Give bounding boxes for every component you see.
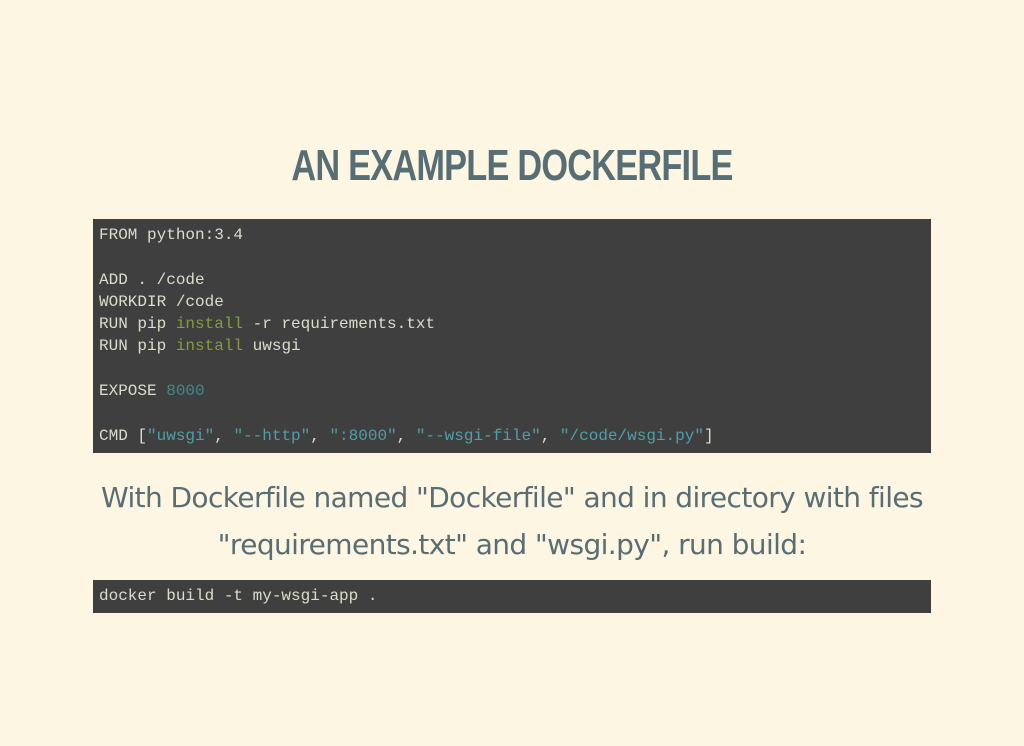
code-line: WORKDIR /code <box>99 291 925 313</box>
slide-title: AN EXAMPLE DOCKERFILE <box>291 141 733 190</box>
code-text: ] <box>703 426 714 445</box>
code-text: uwsgi <box>243 337 301 356</box>
code-text: RUN pip <box>99 337 176 356</box>
code-line: ADD . /code <box>99 269 925 291</box>
code-text: , <box>214 426 234 445</box>
code-line: EXPOSE 8000 <box>99 380 925 402</box>
code-text: , <box>396 426 416 445</box>
code-text: EXPOSE <box>99 382 167 401</box>
code-text: , <box>310 426 330 445</box>
code-text: WORKDIR /code <box>99 292 224 311</box>
code-number: 8000 <box>166 382 205 401</box>
code-text: -r requirements.txt <box>243 315 436 334</box>
code-line: RUN pip install -r requirements.txt <box>99 313 925 335</box>
code-text: FROM python:3.4 <box>99 226 244 244</box>
code-builtin: install <box>175 315 244 334</box>
code-string: "--wsgi-file" <box>415 426 541 445</box>
code-line: CMD ["uwsgi", "--http", ":8000", "--wsgi… <box>99 425 925 447</box>
code-text: , <box>540 426 560 445</box>
dockerfile-code-block: FROM python:3.4 ADD . /code WORKDIR /code R… <box>93 219 931 453</box>
code-string: ":8000" <box>329 426 397 445</box>
code-text: CMD [ <box>99 426 148 445</box>
slide: AN EXAMPLE DOCKERFILE FROM python:3.4 ADD… <box>0 0 1024 746</box>
code-text: RUN pip <box>99 315 176 334</box>
code-text: ADD . /code <box>99 270 205 289</box>
code-string: "/code/wsgi.py" <box>559 426 704 445</box>
code-line: FROM python:3.4 <box>99 224 925 246</box>
code-line: docker build -t my-wsgi-app . <box>99 585 925 607</box>
build-command-code-block: docker build -t my-wsgi-app . <box>93 580 931 613</box>
instruction-paragraph: With Dockerfile named "Dockerfile" and i… <box>101 481 924 561</box>
code-string: "--http" <box>233 426 311 445</box>
code-line: RUN pip install uwsgi <box>99 335 925 357</box>
code-string: "uwsgi" <box>147 426 215 445</box>
build-command-text: docker build -t my-wsgi-app . <box>99 587 378 605</box>
code-builtin: install <box>175 337 244 356</box>
